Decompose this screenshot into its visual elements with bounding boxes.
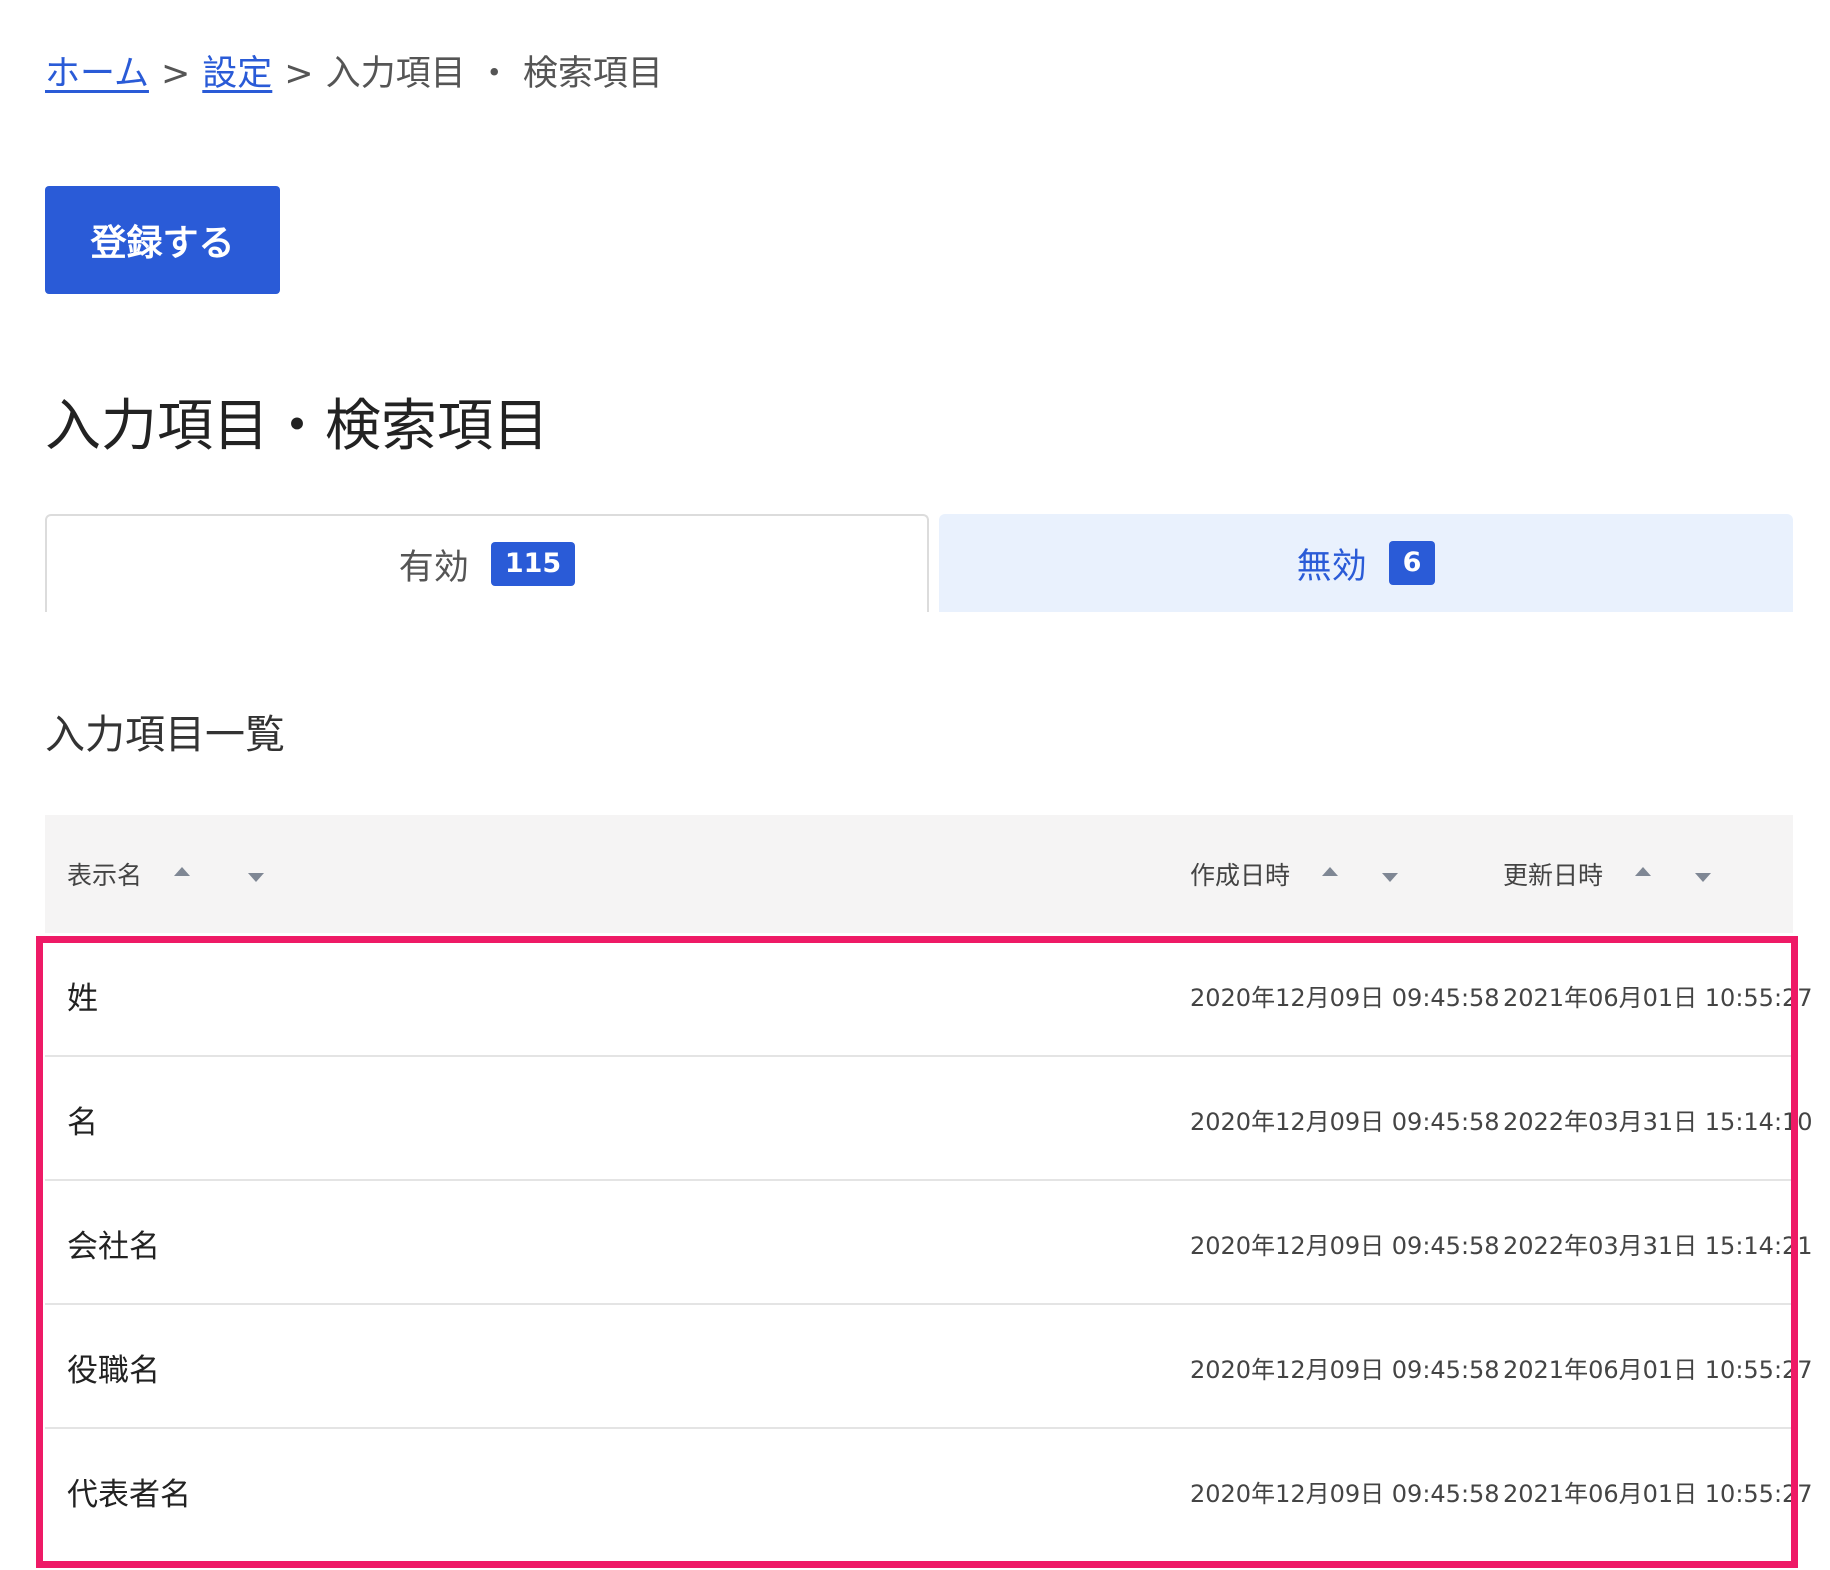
breadcrumb-current: 入力項目 ・ 検索項目 [325,54,663,94]
table-row[interactable]: 姓 2020年12月09日 09:45:58 2021年06月01日 10:55… [45,933,1813,1057]
column-header-label: 表示名 [67,861,143,890]
cell-created-at: 2020年12月09日 09:45:58 [1190,1479,1500,1508]
tab-inactive-count-badge: 6 [1388,541,1436,585]
sort-desc-icon[interactable] [1382,872,1399,882]
column-header-label: 更新日時 [1503,861,1604,890]
cell-display-name: 役職名 [67,1352,160,1389]
cell-created-at: 2020年12月09日 09:45:58 [1190,1355,1500,1384]
tab-inactive[interactable]: 無効 6 [939,514,1793,612]
tab-active-count-badge: 115 [490,542,576,586]
cell-display-name: 会社名 [67,1228,160,1265]
status-tabs: 有効 115 無効 6 [45,514,1793,612]
sort-asc-icon[interactable] [1322,866,1339,876]
page: ホーム > 設定 > 入力項目 ・ 検索項目 登録する 入力項目・検索項目 有効 115… [0,0,1830,1570]
cell-updated-at: 2021年06月01日 10:55:27 [1503,983,1813,1012]
sort-asc-icon[interactable] [1635,866,1652,876]
cell-created-at: 2020年12月09日 09:45:58 [1190,1107,1500,1136]
cell-display-name: 姓 [67,980,98,1017]
breadcrumb-home-link[interactable]: ホーム [45,54,149,94]
cell-created-at: 2020年12月09日 09:45:58 [1190,1231,1500,1260]
cell-display-name: 代表者名 [67,1476,191,1513]
cell-created-at: 2020年12月09日 09:45:58 [1190,983,1500,1012]
cell-updated-at: 2022年03月31日 15:14:10 [1503,1107,1813,1136]
breadcrumb-separator: > [160,54,191,94]
page-title: 入力項目・検索項目 [45,394,549,459]
tab-inactive-label: 無効 [1296,546,1367,587]
column-header-updated-at: 更新日時 [1503,815,1712,933]
section-heading: 入力項目一覧 [45,712,285,758]
cell-updated-at: 2021年06月01日 10:55:27 [1503,1355,1813,1384]
cell-updated-at: 2022年03月31日 15:14:21 [1503,1231,1813,1260]
tab-active-label: 有効 [398,547,469,588]
table-body: 姓 2020年12月09日 09:45:58 2021年06月01日 10:55… [45,933,1813,1553]
input-items-table: 表示名 作成日時 更新日時 姓 2020年12月09日 09:45:58 202… [45,815,1813,1553]
column-header-created-at: 作成日時 [1190,815,1399,933]
register-button[interactable]: 登録する [45,186,280,294]
column-header-label: 作成日時 [1190,861,1291,890]
cell-updated-at: 2021年06月01日 10:55:27 [1503,1479,1813,1508]
breadcrumb: ホーム > 設定 > 入力項目 ・ 検索項目 [45,52,663,96]
column-header-display-name: 表示名 [67,815,265,933]
tab-active[interactable]: 有効 115 [45,514,929,612]
breadcrumb-separator: > [284,54,314,94]
cell-display-name: 名 [67,1104,98,1141]
table-row[interactable]: 役職名 2020年12月09日 09:45:58 2021年06月01日 10:… [45,1305,1813,1429]
sort-asc-icon[interactable] [174,866,191,876]
table-row[interactable]: 会社名 2020年12月09日 09:45:58 2022年03月31日 15:… [45,1181,1813,1305]
table-row[interactable]: 名 2020年12月09日 09:45:58 2022年03月31日 15:14… [45,1057,1813,1181]
sort-desc-icon[interactable] [1695,872,1712,882]
table-row[interactable]: 代表者名 2020年12月09日 09:45:58 2021年06月01日 10… [45,1429,1813,1553]
breadcrumb-settings-link[interactable]: 設定 [202,54,272,94]
sort-desc-icon[interactable] [248,872,265,882]
table-header: 表示名 作成日時 更新日時 [45,815,1793,933]
